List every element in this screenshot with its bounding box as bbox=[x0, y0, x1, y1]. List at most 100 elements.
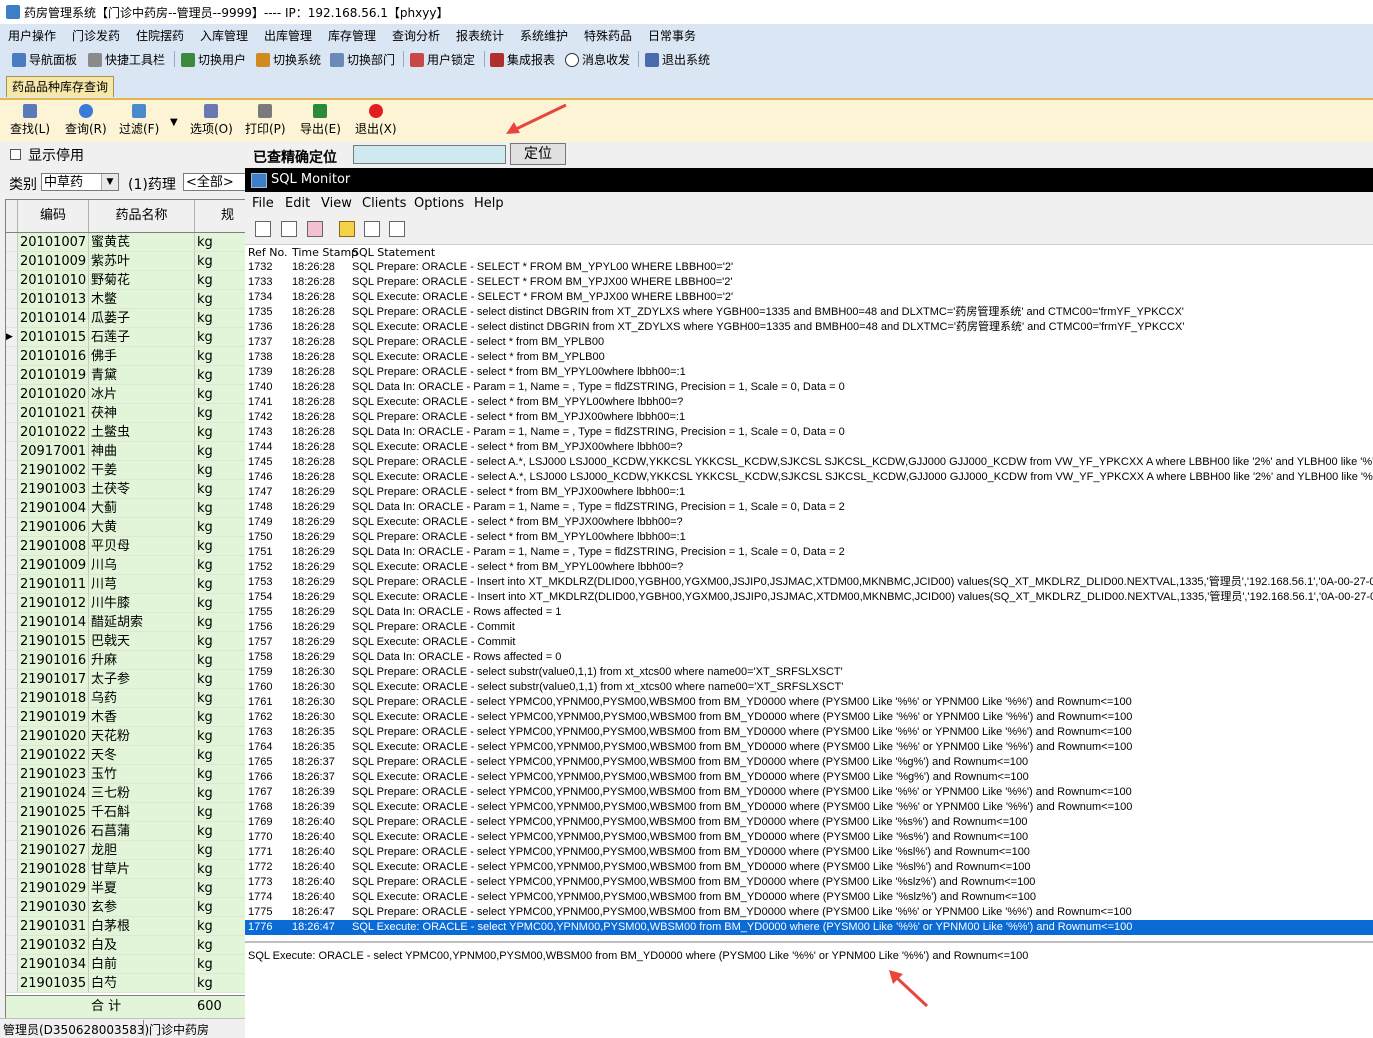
cell-spec[interactable]: kg bbox=[195, 936, 246, 955]
message-button[interactable]: 消息收发 bbox=[565, 51, 630, 68]
cell-spec[interactable]: kg bbox=[195, 385, 246, 404]
cell-code[interactable]: 21901035 bbox=[18, 974, 89, 993]
cell-code[interactable]: 21901003 bbox=[18, 480, 89, 499]
menu-reports[interactable]: 报表统计 bbox=[456, 27, 504, 44]
cell-code[interactable]: 20917001 bbox=[18, 442, 89, 461]
menu-special-drugs[interactable]: 特殊药品 bbox=[584, 27, 632, 44]
sql-log-row[interactable]: 1760 18:26:30 SQL Execute: ORACLE - select… bbox=[245, 680, 1373, 695]
cell-code[interactable]: 21901006 bbox=[18, 518, 89, 537]
table-row[interactable]: 21901003 土茯苓 kg bbox=[6, 480, 246, 499]
cell-code[interactable]: 21901023 bbox=[18, 765, 89, 784]
switch-user-button[interactable]: 切换用户 bbox=[181, 51, 246, 68]
menu-query-analysis[interactable]: 查询分析 bbox=[392, 27, 440, 44]
sql-menu-file[interactable]: File bbox=[252, 196, 274, 211]
cell-name[interactable]: 千石斛 bbox=[89, 803, 195, 822]
cell-code[interactable]: 20101013 bbox=[18, 290, 89, 309]
cell-spec[interactable]: kg bbox=[195, 689, 246, 708]
cell-code[interactable]: 20101019 bbox=[18, 366, 89, 385]
cell-spec[interactable]: kg bbox=[195, 727, 246, 746]
table-row[interactable]: ▶ 20101015 石莲子 kg bbox=[6, 328, 246, 347]
cell-name[interactable]: 石菖蒲 bbox=[89, 822, 195, 841]
table-row[interactable]: 21901015 巴戟天 kg bbox=[6, 632, 246, 651]
cell-code[interactable]: 21901002 bbox=[18, 461, 89, 480]
options-button[interactable]: 选项(O) bbox=[190, 104, 233, 137]
cell-name[interactable]: 青黛 bbox=[89, 366, 195, 385]
cell-code[interactable]: 21901022 bbox=[18, 746, 89, 765]
menu-inpatient-dispense[interactable]: 住院摆药 bbox=[136, 27, 184, 44]
clear-icon[interactable] bbox=[307, 221, 323, 237]
table-row[interactable]: 21901008 平贝母 kg bbox=[6, 537, 246, 556]
cell-code[interactable]: 21901015 bbox=[18, 632, 89, 651]
cell-spec[interactable]: kg bbox=[195, 613, 246, 632]
cell-code[interactable]: 20101015 bbox=[18, 328, 89, 347]
table-row[interactable]: 21901017 太子参 kg bbox=[6, 670, 246, 689]
menu-stock-out[interactable]: 出库管理 bbox=[264, 27, 312, 44]
export-button[interactable]: 导出(E) bbox=[300, 104, 341, 137]
sql-log-row[interactable]: 1771 18:26:40 SQL Prepare: ORACLE - select… bbox=[245, 845, 1373, 860]
sql-log-row[interactable]: 1732 18:26:28 SQL Prepare: ORACLE - SELECT… bbox=[245, 260, 1373, 275]
cell-name[interactable]: 大黄 bbox=[89, 518, 195, 537]
query-button[interactable]: 查询(R) bbox=[65, 104, 107, 137]
pause-icon[interactable] bbox=[339, 221, 355, 237]
cell-name[interactable]: 冰片 bbox=[89, 385, 195, 404]
cell-code[interactable]: 21901031 bbox=[18, 917, 89, 936]
cell-spec[interactable]: kg bbox=[195, 480, 246, 499]
cell-name[interactable]: 木香 bbox=[89, 708, 195, 727]
cell-name[interactable]: 白及 bbox=[89, 936, 195, 955]
cell-code[interactable]: 21901030 bbox=[18, 898, 89, 917]
cell-spec[interactable]: kg bbox=[195, 746, 246, 765]
table-row[interactable]: 21901026 石菖蒲 kg bbox=[6, 822, 246, 841]
sql-log-row[interactable]: 1741 18:26:28 SQL Execute: ORACLE - select… bbox=[245, 395, 1373, 410]
cell-spec[interactable]: kg bbox=[195, 841, 246, 860]
print-button[interactable]: 打印(P) bbox=[245, 104, 286, 137]
table-row[interactable]: 20101014 瓜蒌子 kg bbox=[6, 309, 246, 328]
table-row[interactable]: 20917001 神曲 kg bbox=[6, 442, 246, 461]
cell-name[interactable]: 玉竹 bbox=[89, 765, 195, 784]
sql-log-row[interactable]: 1734 18:26:28 SQL Execute: ORACLE - SELECT… bbox=[245, 290, 1373, 305]
cell-name[interactable]: 升麻 bbox=[89, 651, 195, 670]
table-row[interactable]: 21901018 乌药 kg bbox=[6, 689, 246, 708]
cell-code[interactable]: 21901017 bbox=[18, 670, 89, 689]
sql-log-row[interactable]: 1752 18:26:29 SQL Execute: ORACLE - select… bbox=[245, 560, 1373, 575]
cell-spec[interactable]: kg bbox=[195, 423, 246, 442]
cell-code[interactable]: 20101020 bbox=[18, 385, 89, 404]
table-row[interactable]: 21901011 川芎 kg bbox=[6, 575, 246, 594]
cell-code[interactable]: 21901020 bbox=[18, 727, 89, 746]
show-disabled-checkbox[interactable] bbox=[10, 149, 21, 160]
sql-log-row[interactable]: 1743 18:26:28 SQL Data In: ORACLE - Param … bbox=[245, 425, 1373, 440]
column-header-code[interactable]: 编码 bbox=[18, 200, 89, 232]
cell-code[interactable]: 20101007 bbox=[18, 233, 89, 252]
cell-spec[interactable]: kg bbox=[195, 708, 246, 727]
sql-log-row[interactable]: 1751 18:26:29 SQL Data In: ORACLE - Param … bbox=[245, 545, 1373, 560]
cell-spec[interactable]: kg bbox=[195, 803, 246, 822]
sql-log-row[interactable]: 1737 18:26:28 SQL Prepare: ORACLE - select… bbox=[245, 335, 1373, 350]
sql-log-row[interactable]: 1775 18:26:47 SQL Prepare: ORACLE - select… bbox=[245, 905, 1373, 920]
menu-daily-affairs[interactable]: 日常事务 bbox=[648, 27, 696, 44]
table-row[interactable]: 21901020 天花粉 kg bbox=[6, 727, 246, 746]
sql-log-row[interactable]: 1744 18:26:28 SQL Execute: ORACLE - select… bbox=[245, 440, 1373, 455]
cell-name[interactable]: 蜜黄芪 bbox=[89, 233, 195, 252]
sql-log-row[interactable]: 1770 18:26:40 SQL Execute: ORACLE - select… bbox=[245, 830, 1373, 845]
sql-menu-clients[interactable]: Clients bbox=[362, 196, 406, 211]
cell-name[interactable]: 川芎 bbox=[89, 575, 195, 594]
cell-code[interactable]: 21901028 bbox=[18, 860, 89, 879]
filter-dropdown-button[interactable]: ▼ bbox=[170, 114, 178, 128]
sql-menu-help[interactable]: Help bbox=[474, 196, 504, 211]
table-row[interactable]: 20101007 蜜黄芪 kg bbox=[6, 233, 246, 252]
cell-spec[interactable]: kg bbox=[195, 271, 246, 290]
sql-log-row[interactable]: 1759 18:26:30 SQL Prepare: ORACLE - select… bbox=[245, 665, 1373, 680]
user-lock-button[interactable]: 用户锁定 bbox=[410, 51, 475, 68]
cell-name[interactable]: 白前 bbox=[89, 955, 195, 974]
cell-code[interactable]: 20101010 bbox=[18, 271, 89, 290]
cell-spec[interactable]: kg bbox=[195, 252, 246, 271]
cell-name[interactable]: 天花粉 bbox=[89, 727, 195, 746]
table-row[interactable]: 21901004 大蓟 kg bbox=[6, 499, 246, 518]
cell-name[interactable]: 茯神 bbox=[89, 404, 195, 423]
cell-name[interactable]: 半夏 bbox=[89, 879, 195, 898]
exit-system-button[interactable]: 退出系统 bbox=[645, 51, 710, 68]
sql-log-row[interactable]: 1735 18:26:28 SQL Prepare: ORACLE - select… bbox=[245, 305, 1373, 320]
cell-code[interactable]: 21901009 bbox=[18, 556, 89, 575]
table-row[interactable]: 21901024 三七粉 kg bbox=[6, 784, 246, 803]
cell-code[interactable]: 21901024 bbox=[18, 784, 89, 803]
cell-code[interactable]: 21901014 bbox=[18, 613, 89, 632]
